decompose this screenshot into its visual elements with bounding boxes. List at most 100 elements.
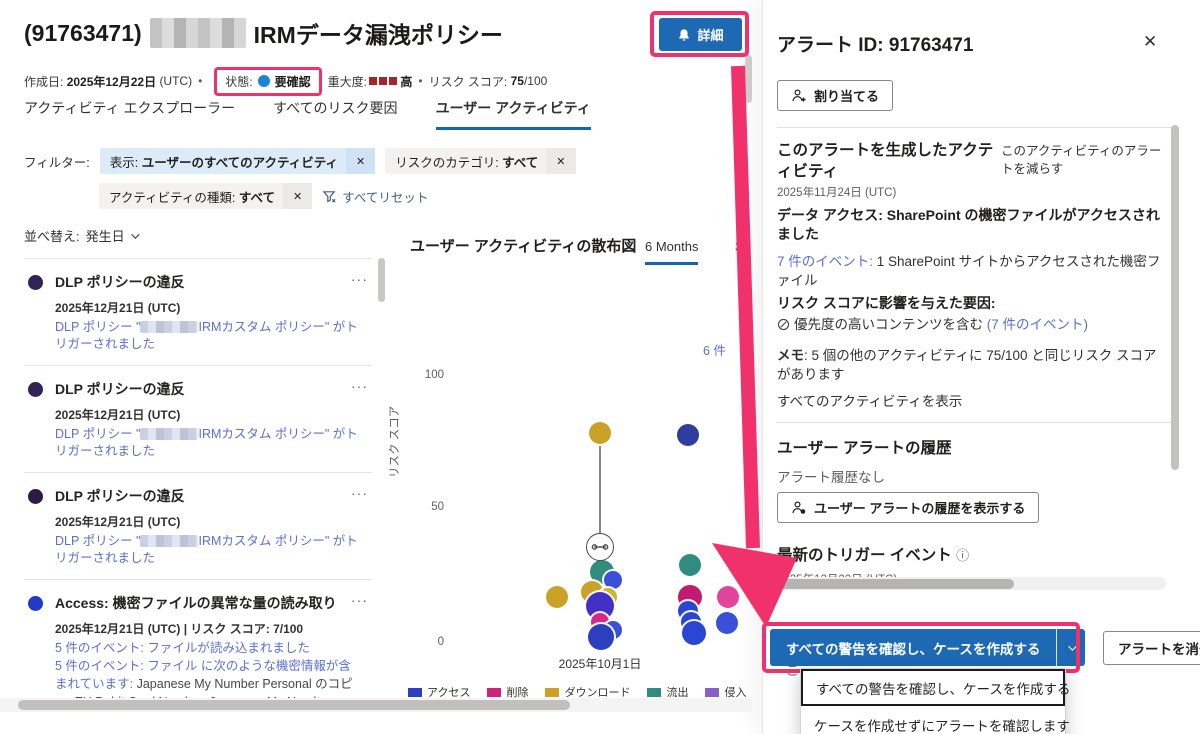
redacted-policy-fragment: [140, 535, 199, 547]
redacted-policy-fragment: [140, 321, 199, 333]
panel-vertical-scrollbar[interactable]: [1171, 125, 1179, 470]
scatter-point[interactable]: [589, 422, 611, 444]
assign-button-label: 割り当てる: [814, 89, 880, 104]
chart-range-tab-partial[interactable]: 3: [735, 239, 742, 254]
category-dot-icon: [28, 595, 43, 611]
y-axis-tick-0: 0: [437, 636, 444, 648]
alert-meta-row: 作成日: 2025年12月22日 (UTC) • 状態: 要確認 重大度: 高 …: [24, 66, 547, 96]
chip-close-icon[interactable]: ✕: [282, 183, 313, 209]
scatter-point[interactable]: [546, 586, 568, 608]
more-actions-icon[interactable]: ···: [351, 271, 368, 287]
activity-detail-link[interactable]: DLP ポリシー " IRMカスタム ポリシー" がトリガーされました: [55, 426, 360, 460]
risk-score-denominator: /100: [523, 74, 548, 88]
y-axis-label: リスク スコア: [389, 405, 401, 478]
x-axis-label: 2025年10月1日: [558, 657, 642, 671]
chip-value: ユーザーのすべてのアクティビティ: [141, 155, 338, 170]
chip-close-icon[interactable]: ✕: [546, 148, 576, 174]
activity-title: DLP ポリシーの違反: [55, 274, 185, 290]
status-label: 状態:: [225, 74, 253, 89]
show-all-activity-link[interactable]: すべてのアクティビティを表示: [777, 392, 962, 411]
details-button[interactable]: 詳細: [659, 18, 742, 51]
dismiss-alert-label: アラートを消去: [1118, 642, 1200, 657]
list-item-dlp-2[interactable]: DLP ポリシーの違反 ··· 2025年12月21日 (UTC) DLP ポリ…: [24, 365, 372, 472]
person-add-icon: [792, 88, 806, 101]
tab-activity-explorer[interactable]: アクティビティ エクスプローラー: [24, 98, 235, 130]
expand-range-icon: [591, 544, 609, 550]
bell-icon: [679, 28, 690, 41]
category-dot-icon: [28, 488, 43, 504]
legend-swatch-icon: [408, 687, 422, 697]
filter-chip-activity-type[interactable]: アクティビティの種類: すべて ✕: [99, 183, 313, 209]
scatter-point[interactable]: [682, 621, 706, 645]
trigger-heading: 最新のトリガー イベント ⓘ: [777, 547, 970, 564]
more-actions-icon[interactable]: ···: [351, 485, 368, 501]
details-button-label: 詳細: [697, 28, 724, 43]
events-count-link[interactable]: 7 件のイベント:: [777, 254, 873, 269]
activity-detail-link[interactable]: 5 件のイベント: ファイルが読み込まれました: [55, 640, 360, 657]
close-icon[interactable]: ✕: [1143, 32, 1157, 52]
chevron-down-icon: [130, 229, 140, 239]
legend-swatch-icon: [647, 687, 662, 697]
severity-label: 重大度:: [327, 74, 367, 89]
category-dot-icon: [28, 274, 43, 290]
filters-label: フィルター:: [24, 155, 90, 170]
main-horizontal-scrollbar[interactable]: [0, 698, 752, 712]
tab-all-risk-factors[interactable]: すべてのリスク要因: [273, 98, 397, 130]
scatter-point[interactable]: [716, 612, 738, 634]
severity-blocks-icon: [367, 74, 397, 88]
history-heading: ユーザー アラートの履歴: [777, 440, 952, 457]
menu-item-confirm-without-case[interactable]: ケースを作成せずにアラートを確認します: [801, 706, 1070, 734]
dismiss-alert-button[interactable]: アラートを消去: [1103, 631, 1200, 665]
reset-all-filters-label: すべてリセット: [342, 190, 429, 205]
menu-item-confirm-create-case[interactable]: すべての警告を確認し、ケースを作成する: [801, 669, 1070, 706]
tab-user-activity[interactable]: ユーザー アクティビティ: [435, 98, 591, 130]
scatter-point[interactable]: [717, 586, 739, 608]
list-item-access[interactable]: Access: 機密ファイルの異常な量の読み取り ··· 2025年12月21日…: [24, 579, 372, 698]
factor-events-link[interactable]: (7 件のイベント): [987, 317, 1088, 332]
confirm-create-case-button[interactable]: すべての警告を確認し、ケースを作成する: [770, 629, 1057, 666]
show-alert-history-button[interactable]: ユーザー アラートの履歴を表示する: [777, 492, 1040, 523]
filter-chip-risk-category[interactable]: リスクのカテゴリ: すべて ✕: [385, 148, 576, 174]
activity-detail-link[interactable]: DLP ポリシー " IRMカスタム ポリシー" がトリガーされました: [55, 533, 360, 567]
highlight-status: 状態: 要確認: [214, 66, 322, 96]
reduce-alerts-link[interactable]: このアクティビティのアラートを減らす: [1001, 142, 1169, 178]
y-axis-tick-50: 50: [431, 501, 444, 513]
more-actions-icon[interactable]: ···: [351, 592, 368, 608]
alert-title-suffix: IRMデータ漏洩ポリシー: [253, 22, 503, 48]
reset-all-filters-link[interactable]: すべてリセット: [322, 187, 428, 206]
confirm-create-case-splitbutton: すべての警告を確認し、ケースを作成する: [770, 629, 1086, 666]
scatter-point[interactable]: [679, 554, 701, 576]
chip-close-icon[interactable]: ✕: [345, 148, 376, 174]
chart-events-count-link[interactable]: 6 件: [703, 340, 726, 359]
sort-control[interactable]: 並べ替え: 発生日: [24, 226, 140, 245]
history-empty-text: アラート履歴なし: [777, 470, 885, 485]
panel-horizontal-scrollbar[interactable]: [766, 577, 1166, 590]
splitbutton-chevron[interactable]: [1056, 629, 1086, 666]
scatter-point[interactable]: [604, 571, 622, 589]
activity-title: Access: 機密ファイルの異常な量の読み取り: [55, 595, 337, 611]
scatter-point[interactable]: [677, 424, 699, 446]
activity-detail-link[interactable]: DLP ポリシー " IRMカスタム ポリシー" がトリガーされました: [55, 319, 360, 353]
scatter-point[interactable]: [588, 624, 614, 650]
filter-dismiss-icon: [322, 190, 336, 203]
more-actions-icon[interactable]: ···: [351, 378, 368, 394]
filter-chip-view[interactable]: 表示: ユーザーのすべてのアクティビティ ✕: [99, 148, 376, 174]
legend-swatch-icon: [487, 687, 502, 697]
assign-button[interactable]: 割り当てる: [777, 80, 894, 111]
scatter-group-handle[interactable]: [586, 533, 614, 561]
list-item-dlp-3[interactable]: DLP ポリシーの違反 ··· 2025年12月21日 (UTC) DLP ポリ…: [24, 472, 372, 579]
y-axis-tick-100: 100: [424, 369, 444, 381]
chip-value: すべて: [238, 190, 275, 205]
alert-detail-main: (91763471) IRMデータ漏洩ポリシー 詳細 作成日: 2025年12月…: [0, 0, 752, 734]
scrollbar-thumb[interactable]: [18, 700, 570, 710]
scrollbar-thumb[interactable]: [766, 578, 1014, 589]
info-icon[interactable]: ⓘ: [956, 548, 969, 563]
risk-factors-heading: リスク スコアに影響を与えた要因:: [777, 295, 996, 311]
list-vertical-scrollbar[interactable]: [378, 258, 385, 302]
separator: •: [418, 74, 423, 88]
main-vertical-scrollbar[interactable]: [745, 55, 752, 103]
activity-section-heading: このアラートを生成したアクティビティ: [777, 142, 994, 180]
person-history-icon: [792, 500, 806, 514]
chart-range-tab-6months[interactable]: 6 Months: [645, 239, 699, 265]
list-item-dlp-1[interactable]: DLP ポリシーの違反 ··· 2025年12月21日 (UTC) DLP ポリ…: [24, 258, 372, 365]
